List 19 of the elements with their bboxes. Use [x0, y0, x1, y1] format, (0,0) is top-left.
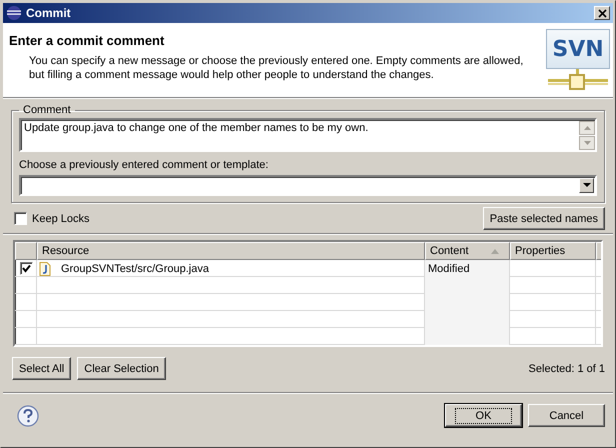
column-header[interactable]: Resource [37, 242, 425, 260]
dialog-button[interactable]: Cancel [528, 404, 605, 427]
page-description: You can specify a new message or choose the previously entered one. Empty comments are allowed, but filling a comment message would help other people to understand the changes. [28, 54, 524, 82]
template-label: Choose a previously entered comment or template: [19, 159, 270, 171]
page-title: Enter a commit comment [9, 33, 166, 48]
selected-count: Selected: 1 of 1 [528, 362, 605, 374]
table-cell: GroupSVNTest/src/Group.java [61, 262, 209, 274]
comment-field[interactable]: Update group.java to change one of the member names to be my own. [19, 118, 597, 152]
column-header[interactable]: Properties [510, 242, 596, 260]
dialog-button[interactable]: OK [445, 404, 522, 427]
svn-logo: SVN [543, 23, 613, 97]
table-cell: Modified [428, 262, 470, 274]
column-header[interactable]: Content [425, 242, 510, 260]
selection-button[interactable]: Select All [12, 357, 72, 380]
paste-names-button[interactable]: Paste selected names [482, 207, 605, 230]
window-title: Commit [26, 6, 72, 20]
group-label: Comment [22, 104, 72, 116]
checkbox-label: Keep Locks [32, 212, 90, 224]
selection-button[interactable]: Clear Selection [77, 357, 166, 380]
